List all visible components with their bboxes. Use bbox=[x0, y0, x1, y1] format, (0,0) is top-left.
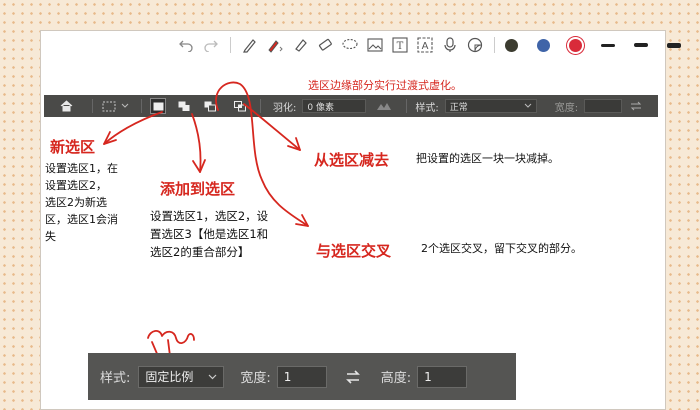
subtract-selection-title: 从选区减去 bbox=[314, 151, 390, 169]
anti-alias-icon[interactable] bbox=[376, 98, 392, 114]
new-selection-desc: 设置选区1，在 设置选区2， 选区2为新选 区，选区1会消 失 bbox=[45, 160, 135, 245]
width-label: 宽度: bbox=[240, 371, 271, 386]
desc-line: 选区2的重合部分】 bbox=[150, 245, 250, 259]
subtract-selection-desc: 把设置的选区一块一块减掉。 bbox=[416, 152, 559, 165]
width-input[interactable] bbox=[584, 99, 623, 113]
svg-text:A: A bbox=[422, 41, 429, 52]
desc-line: 设置选区1，在 bbox=[45, 162, 118, 175]
height-input[interactable]: 1 bbox=[417, 365, 468, 388]
home-icon[interactable] bbox=[58, 98, 74, 114]
style-label: 样式: bbox=[415, 102, 439, 114]
desc-line: 置选区3【他是选区1和 bbox=[150, 227, 269, 241]
new-selection-icon[interactable] bbox=[150, 98, 166, 114]
add-to-selection-title: 添加到选区 bbox=[160, 180, 236, 198]
redo-icon[interactable] bbox=[202, 36, 220, 54]
sticker-icon[interactable] bbox=[466, 36, 484, 54]
svg-text:T: T bbox=[397, 41, 404, 52]
ps-options-bar: 羽化: 0 像素 样式: 正常 宽度: bbox=[44, 95, 658, 117]
desc-line: 设置选区1，选区2，设 bbox=[150, 209, 269, 223]
width-input[interactable]: 1 bbox=[276, 365, 327, 388]
divider bbox=[141, 99, 142, 113]
ps-style-bar: 样式: 固定比例 宽度: 1 高度: 1 bbox=[88, 353, 516, 400]
lasso-icon[interactable] bbox=[341, 36, 359, 54]
add-to-selection-icon[interactable] bbox=[176, 98, 192, 114]
intersect-selection-desc: 2个选区交叉，留下交叉的部分。 bbox=[421, 242, 582, 255]
toolbar-divider bbox=[230, 37, 231, 53]
swap-width-height-icon[interactable] bbox=[345, 369, 361, 384]
chevron-down-icon bbox=[208, 374, 217, 379]
height-label: 高度: bbox=[380, 371, 412, 386]
divider bbox=[92, 99, 93, 113]
highlighter-icon[interactable] bbox=[291, 36, 309, 54]
marker-icon[interactable] bbox=[266, 36, 284, 54]
text-box-icon[interactable]: T bbox=[391, 36, 409, 54]
marquee-tool-icon[interactable] bbox=[101, 98, 117, 114]
new-selection-title: 新选区 bbox=[50, 138, 96, 156]
pen-icon[interactable] bbox=[241, 36, 259, 54]
color-red-selected[interactable] bbox=[569, 38, 582, 52]
intersect-selection-icon[interactable] bbox=[232, 98, 248, 114]
chevron-down-icon bbox=[524, 103, 532, 108]
style-select-value: 固定比例 bbox=[145, 370, 194, 384]
stroke-thick[interactable] bbox=[667, 42, 681, 48]
eraser-icon[interactable] bbox=[316, 36, 334, 54]
swap-icon[interactable] bbox=[628, 98, 644, 114]
style-label: 样式: bbox=[100, 371, 131, 386]
style-select[interactable]: 固定比例 bbox=[138, 365, 225, 388]
text-recognize-icon[interactable]: A bbox=[416, 36, 434, 54]
image-icon[interactable] bbox=[366, 36, 384, 54]
style-select-value: 正常 bbox=[449, 102, 468, 113]
desc-line: 设置选区2， bbox=[45, 179, 107, 192]
divider bbox=[260, 99, 261, 113]
top-note: 选区边缘部分实行过渡式虚化。 bbox=[308, 79, 462, 92]
feather-label: 羽化: bbox=[273, 102, 297, 114]
desc-line: 选区2为新选 bbox=[45, 196, 107, 209]
color-dark-olive[interactable] bbox=[505, 38, 518, 52]
subtract-from-selection-icon[interactable] bbox=[202, 98, 218, 114]
toolbar-divider bbox=[494, 37, 495, 53]
divider bbox=[406, 99, 408, 113]
stroke-thin[interactable] bbox=[601, 43, 615, 47]
style-select[interactable]: 正常 bbox=[444, 99, 537, 113]
chevron-down-icon[interactable] bbox=[117, 98, 133, 114]
width-label: 宽度: bbox=[554, 102, 579, 114]
color-blue[interactable] bbox=[537, 38, 550, 52]
microphone-icon[interactable] bbox=[441, 36, 459, 54]
feather-input[interactable]: 0 像素 bbox=[302, 99, 367, 113]
note-toolbar: T A bbox=[177, 31, 681, 59]
desc-line: 区，选区1会消 bbox=[45, 213, 118, 226]
desc-line: 失 bbox=[45, 230, 56, 243]
stroke-medium[interactable] bbox=[634, 43, 648, 47]
intersect-selection-title: 与选区交叉 bbox=[316, 242, 392, 260]
undo-icon[interactable] bbox=[177, 36, 195, 54]
add-to-selection-desc: 设置选区1，选区2，设 置选区3【他是选区1和 选区2的重合部分】 bbox=[150, 207, 268, 261]
